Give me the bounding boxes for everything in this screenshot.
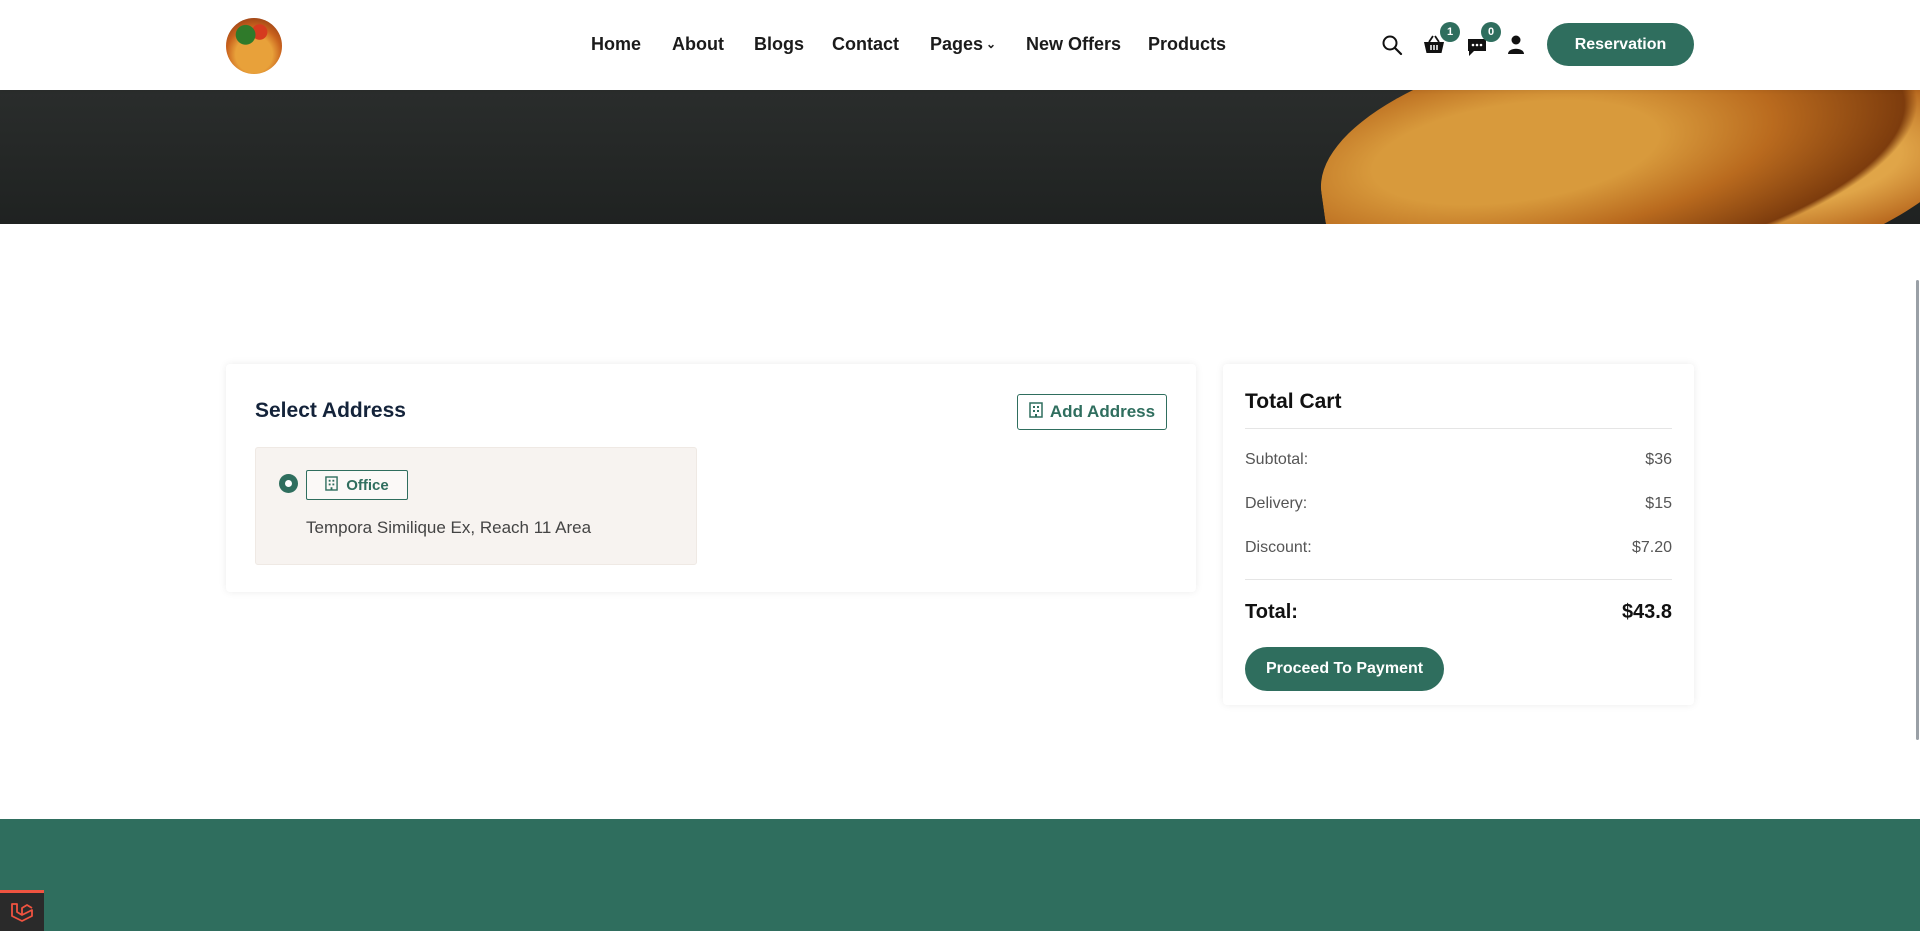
nav-home[interactable]: Home [591,34,641,55]
discount-row: Discount: $7.20 [1245,539,1672,557]
nav-new-offers[interactable]: New Offers [1026,34,1121,55]
address-card: Select Address Add Address Office Tempor… [226,364,1196,592]
cart-title: Total Cart [1245,390,1342,413]
total-value: $43.8 [1621,601,1672,623]
food-image [1305,90,1920,224]
nav-blogs[interactable]: Blogs [754,34,804,55]
total-row: Total: $43.8 [1245,601,1672,624]
divider [1245,428,1672,429]
address-radio[interactable] [279,474,298,493]
nav-contact[interactable]: Contact [832,34,899,55]
hero-banner [0,90,1920,224]
delivery-value: $15 [1645,495,1672,512]
nav-pages[interactable]: Pages ⌄ [930,34,996,55]
site-header: Home About Blogs Contact Pages ⌄ New Offe… [0,0,1920,90]
subtotal-value: $36 [1645,451,1672,468]
proceed-to-payment-button[interactable]: Proceed To Payment [1245,647,1444,691]
building-icon [1029,401,1043,423]
subtotal-row: Subtotal: $36 [1245,451,1672,469]
cart-summary-card: Total Cart Subtotal: $36 Delivery: $15 D… [1223,364,1694,705]
nav-pages-label: Pages [930,34,984,54]
add-address-button[interactable]: Add Address [1017,394,1167,430]
address-type-label: Office [346,476,389,494]
reservation-button[interactable]: Reservation [1547,23,1694,66]
address-type-tag: Office [306,470,408,500]
scrollbar-thumb[interactable] [1916,280,1919,740]
chevron-down-icon: ⌄ [986,37,997,51]
divider [1245,579,1672,580]
restaurant-logo[interactable] [226,18,282,74]
address-option[interactable]: Office Tempora Similique Ex, Reach 11 Ar… [255,447,697,565]
address-text: Tempora Similique Ex, Reach 11 Area [306,518,592,537]
add-address-label: Add Address [1049,402,1156,421]
building-icon [325,475,339,495]
nav-products[interactable]: Products [1148,34,1226,55]
discount-label: Discount: [1245,539,1312,556]
footer [0,819,1920,931]
subtotal-label: Subtotal: [1245,451,1309,468]
laravel-debugbar-icon[interactable] [0,890,44,931]
cart-count-badge: 1 [1440,22,1460,42]
address-section-title: Select Address [255,399,406,422]
total-label: Total: [1245,601,1298,623]
discount-value: $7.20 [1631,539,1672,556]
delivery-row: Delivery: $15 [1245,495,1672,513]
chat-count-badge: 0 [1481,22,1501,42]
search-icon[interactable] [1381,34,1403,56]
user-icon[interactable] [1505,34,1527,56]
scrollbar[interactable] [1914,90,1920,931]
delivery-label: Delivery: [1245,495,1308,512]
nav-about[interactable]: About [672,34,724,55]
